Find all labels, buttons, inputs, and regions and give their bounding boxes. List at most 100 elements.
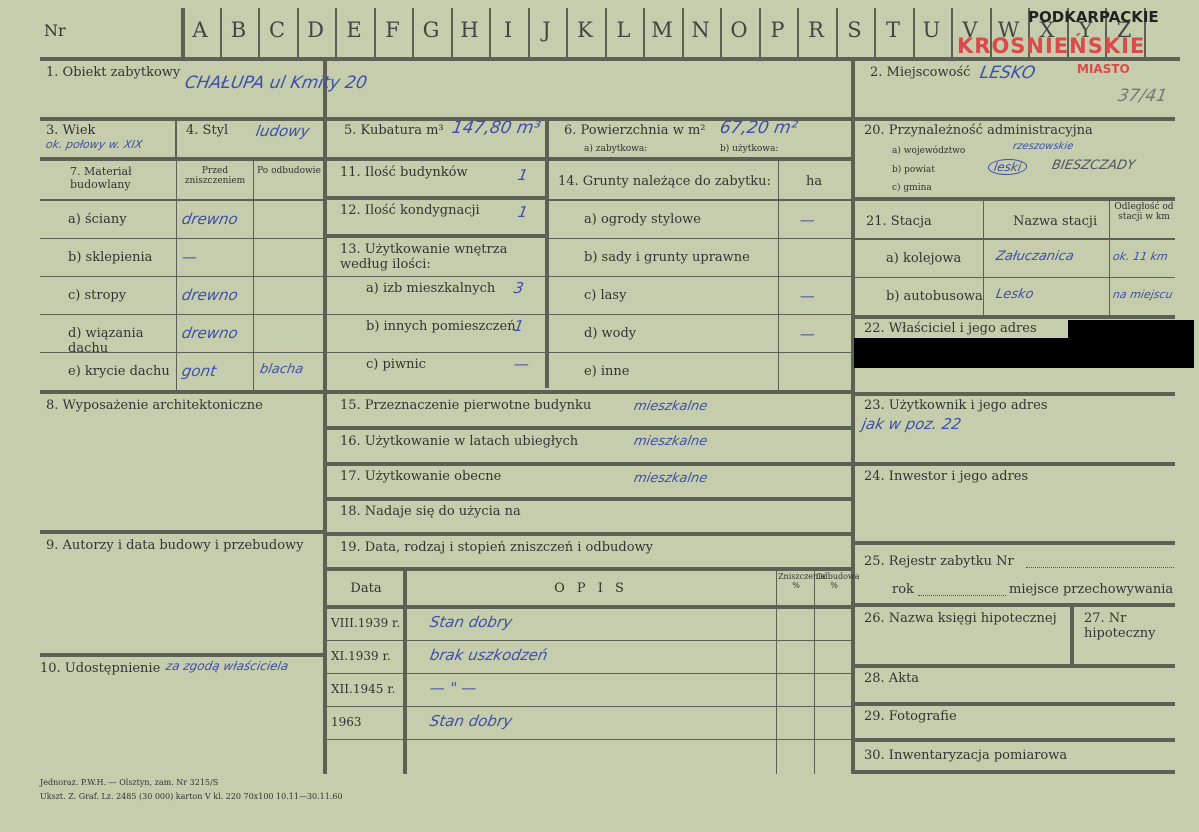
f21-row-dist: ok. 11 km bbox=[1111, 250, 1169, 263]
region-stamp: PODKARPACKIE bbox=[1028, 8, 1159, 26]
f13-row-label: a) izb mieszkalnych bbox=[366, 281, 496, 296]
letter-l[interactable]: L bbox=[607, 18, 641, 42]
f7-col-before: Przed zniszczeniem bbox=[184, 166, 246, 187]
letter-p[interactable]: P bbox=[761, 18, 795, 42]
letter-u[interactable]: U bbox=[915, 18, 949, 42]
f22-label: 22. Właściciel i jego adres bbox=[864, 321, 1037, 336]
f14-row-rule bbox=[549, 276, 851, 277]
letter-b[interactable]: B bbox=[222, 18, 256, 42]
f20-label: 20. Przynależność administracyjna bbox=[864, 123, 1093, 138]
f25-label: 25. Rejestr zabytku Nr bbox=[864, 554, 1014, 569]
f23-label: 23. Użytkownik i jego adres bbox=[864, 398, 1048, 413]
nr-label: Nr bbox=[44, 21, 66, 40]
f20-b-extra: BIESZCZADY bbox=[1050, 158, 1137, 173]
f17-label: 17. Użytkowanie obecne bbox=[340, 469, 502, 484]
f19-row-desc: Stan dobry bbox=[428, 712, 514, 730]
f14-row-label: d) wody bbox=[584, 326, 637, 341]
f19-row-rule bbox=[327, 673, 851, 674]
f21-row-rule bbox=[855, 277, 1175, 278]
f21-row-label: a) kolejowa bbox=[886, 251, 962, 266]
letter-e[interactable]: E bbox=[337, 18, 371, 42]
f16-value: mieszkalne bbox=[632, 434, 709, 449]
letter-c[interactable]: C bbox=[260, 18, 294, 42]
f8-label: 8. Wyposażenie architektoniczne bbox=[46, 398, 263, 413]
f2-label: 2. Miejscowość bbox=[870, 65, 971, 80]
letter-n[interactable]: N bbox=[684, 18, 718, 42]
f14-row-label: a) ogrody stylowe bbox=[584, 212, 701, 227]
f14-label: 14. Grunty należące do zabytku: bbox=[558, 174, 771, 189]
f25-miejsce: miejsce przechowywania bbox=[1009, 582, 1174, 597]
letter-g[interactable]: G bbox=[414, 18, 448, 42]
f7-row-rule bbox=[40, 352, 323, 353]
letter-i[interactable]: I bbox=[491, 18, 525, 42]
f14-row-value: — bbox=[798, 211, 817, 229]
f21-row-label: b) autobusowa bbox=[886, 289, 983, 304]
f4-value: ludowy bbox=[254, 122, 312, 140]
f6-value: 67,20 m² bbox=[718, 118, 800, 138]
f10-label: 10. Udostępnienie bbox=[40, 661, 161, 676]
f19-col-desc: O P I S bbox=[554, 581, 628, 596]
f11-value: 1 bbox=[516, 166, 530, 184]
f12-value: 1 bbox=[516, 203, 530, 221]
letter-h[interactable]: H bbox=[453, 18, 487, 42]
f10-value: za zgodą właściciela bbox=[164, 659, 290, 673]
f14-row-rule bbox=[549, 238, 851, 239]
f14-unit: ha bbox=[806, 174, 823, 189]
f23-value: jak w poz. 22 bbox=[860, 415, 963, 433]
letter-t[interactable]: T bbox=[876, 18, 910, 42]
f14-row-label: c) lasy bbox=[584, 288, 627, 303]
letter-r[interactable]: R bbox=[799, 18, 833, 42]
f16-label: 16. Użytkowanie w latach ubiegłych bbox=[340, 434, 579, 449]
f7-row-label: b) sklepienia bbox=[68, 250, 153, 265]
letter-s[interactable]: S bbox=[838, 18, 872, 42]
f14-row-label: b) sady i grunty uprawne bbox=[584, 250, 750, 265]
f21-row-name: Lesko bbox=[994, 287, 1035, 302]
f28-label: 28. Akta bbox=[864, 671, 920, 686]
f21-col-dist: Odległość od stacji w km bbox=[1114, 202, 1174, 223]
letter-k[interactable]: K bbox=[568, 18, 602, 42]
district-stamp: KROSNIEŃSKIE bbox=[957, 34, 1146, 58]
f27-label: 27. Nr hipoteczny bbox=[1084, 611, 1156, 641]
f19-col-damage: Zniszczenia % bbox=[778, 572, 826, 591]
letter-a[interactable]: A bbox=[183, 18, 217, 42]
f1-label: 1. Obiekt zabytkowy bbox=[46, 65, 181, 80]
f24-label: 24. Inwestor i jego adres bbox=[864, 469, 1029, 484]
letter-f[interactable]: F bbox=[376, 18, 410, 42]
f7-row-after: blacha bbox=[258, 362, 305, 377]
f5-value: 147,80 m³ bbox=[450, 118, 543, 138]
f19-row-desc: brak uszkodzeń bbox=[428, 646, 550, 664]
f3-label: 3. Wiek bbox=[46, 123, 96, 138]
f7-row-rule bbox=[40, 314, 323, 315]
f7-row-before: gont bbox=[180, 362, 218, 380]
f13-row-value: 1 bbox=[512, 317, 526, 335]
f7-row-rule bbox=[40, 276, 323, 277]
f9-label: 9. Autorzy i data budowy i przebudowy bbox=[46, 538, 304, 553]
f20-c-label: c) gmina bbox=[892, 183, 932, 193]
f13-row-value: — bbox=[512, 355, 531, 373]
f19-row-desc: — " — bbox=[428, 679, 479, 697]
f7-row-label: c) stropy bbox=[68, 288, 127, 303]
f7-row-rule bbox=[40, 238, 323, 239]
letter-m[interactable]: M bbox=[645, 18, 679, 42]
f19-col-date: Data bbox=[350, 581, 382, 596]
f7-row-before: drewno bbox=[180, 286, 240, 304]
f13-row-label: b) innych pomieszczeń bbox=[366, 319, 516, 334]
f19-row-date: VIII.1939 r. bbox=[331, 616, 401, 630]
f20-b-label: b) powiat bbox=[892, 165, 935, 175]
f19-col-rebuild: Odbudowa % bbox=[816, 572, 860, 591]
f19-row-date: 1963 bbox=[331, 715, 362, 729]
f21-row-dist: na miejscu bbox=[1111, 288, 1174, 301]
letter-j[interactable]: J bbox=[530, 18, 564, 42]
f25-rok: rok bbox=[892, 582, 914, 597]
f30-label: 30. Inwentaryzacja pomiarowa bbox=[864, 748, 1068, 763]
f19-label: 19. Data, rodzaj i stopień zniszczeń i o… bbox=[340, 540, 654, 555]
f20-b-value: leski bbox=[986, 159, 1029, 175]
f5-label: 5. Kubatura m³ bbox=[344, 123, 444, 138]
f4-label: 4. Styl bbox=[186, 123, 229, 138]
f19-row-date: XI.1939 r. bbox=[331, 649, 391, 663]
footer-line-2: Ukszt. Z. Graf. Lz. 2485 (30 000) karton… bbox=[40, 792, 343, 801]
letter-d[interactable]: D bbox=[299, 18, 333, 42]
f18-label: 18. Nadaje się do użycia na bbox=[340, 504, 521, 519]
f15-value: mieszkalne bbox=[632, 399, 709, 414]
letter-o[interactable]: O bbox=[722, 18, 756, 42]
